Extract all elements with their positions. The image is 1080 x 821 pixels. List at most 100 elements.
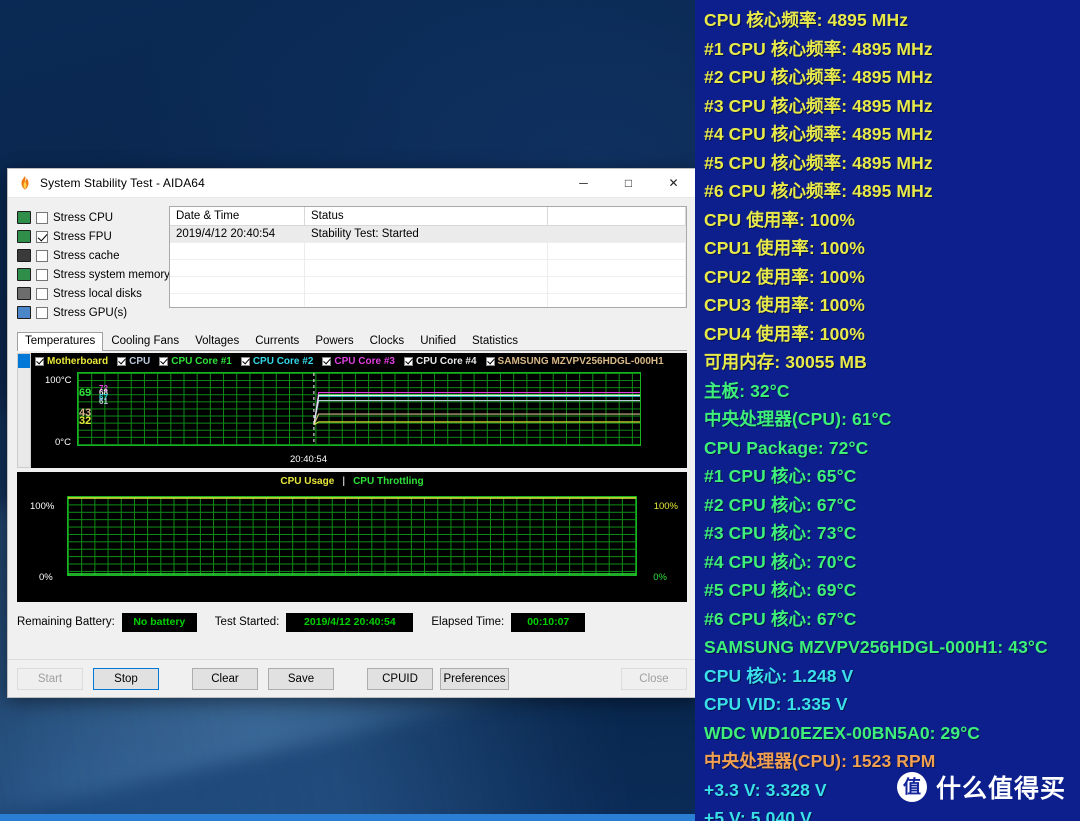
current-value-label: 69 [79,387,92,400]
stress-checkbox[interactable] [36,230,48,243]
table-row[interactable] [170,243,686,260]
column-header-datetime[interactable]: Date & Time [170,207,305,226]
osd-line-29: +5 V: 5.040 V [704,808,812,821]
osd-line-16: CPU Package: 72°C [704,437,869,458]
tab-temperatures[interactable]: Temperatures [17,332,104,351]
watermark-badge-icon: 值 [896,772,927,802]
remaining-battery-label: Remaining Battery: [17,616,115,628]
table-row[interactable] [170,294,686,307]
legend-label: CPU Core #1 [171,356,232,367]
legend-checkbox[interactable] [240,357,250,366]
legend-label: CPU Core #2 [252,356,314,367]
aida64-flame-icon [17,175,33,191]
graphs-area: Motherboard CPU CPU Core #1 CPU Core #2 CPU … [17,353,687,468]
tab-unified[interactable]: Unified [412,332,464,351]
legend-checkbox[interactable] [35,357,44,366]
column-header-status[interactable]: Status [305,207,548,226]
tab-voltages[interactable]: Voltages [187,332,247,351]
stress-option-4[interactable]: Stress system memory [17,266,170,283]
close-button[interactable]: ✕ [651,169,696,198]
stress-option-label: Stress local disks [53,287,142,300]
osd-line-6: #5 CPU 核心频率: 4895 MHz [704,152,933,173]
temp-axis-label-bottom: 0°C [55,437,71,448]
series-line-motherboard [314,422,640,425]
legend-label: Motherboard [47,356,109,367]
osd-line-1: CPU 核心频率: 4895 MHz [704,10,909,30]
scrollbar-thumb[interactable] [18,354,30,368]
osd-line-19: #3 CPU 核心: 73°C [704,523,857,543]
temperatures-legend: Motherboard CPU CPU Core #1 CPU Core #2 CPU … [31,353,687,368]
temp-axis-label-time: 20:40:54 [290,454,327,465]
osd-line-23: SAMSUNG MZVPV256HDGL-000H1: 43°C [704,637,1048,657]
fpu-percent-icon [17,230,31,243]
legend-item-2[interactable]: CPU [117,356,150,367]
legend-item-6[interactable]: CPU Core #4 [403,356,477,367]
start-button[interactable]: Start [17,667,83,690]
legend-checkbox[interactable] [159,357,169,366]
stress-option-label: Stress cache [53,249,120,262]
stress-checkbox[interactable] [36,211,48,224]
stress-option-6[interactable]: Stress GPU(s) [17,304,163,321]
stress-option-3[interactable]: Stress cache [17,247,163,264]
tab-powers[interactable]: Powers [307,332,361,351]
stress-checkbox[interactable] [36,287,48,300]
legend-item-7[interactable]: SAMSUNG MZVPV256HDGL-000H1 [485,356,664,367]
preferences-button[interactable]: Preferences [440,667,509,690]
memory-ram-icon [17,268,31,281]
stop-button[interactable]: Stop [93,667,159,690]
stress-checkbox[interactable] [36,306,48,319]
tab-clocks[interactable]: Clocks [362,332,413,351]
legend-checkbox[interactable] [117,357,127,366]
scrollbar-track[interactable] [18,368,30,467]
window-titlebar[interactable]: System Stability Test - AIDA64 ─ □ ✕ [8,169,696,198]
cpu-usage-title: CPU Usage | CPU Throttling [17,472,687,487]
stress-and-log-row: Stress CPU Stress FPU Stress cache Stress s… [17,206,687,323]
table-row[interactable]: 2019/4/12 20:40:54 Stability Test: Start… [170,226,686,243]
maximize-button[interactable]: □ [606,169,651,198]
legend-checkbox[interactable] [322,357,332,366]
legend-checkbox[interactable] [403,357,413,366]
cpuid-button[interactable]: CPUID [367,667,433,690]
temperatures-plot [77,372,641,446]
minimize-button[interactable]: ─ [561,169,606,198]
osd-line-10: CPU2 使用率: 100% [704,266,865,287]
window-client-area: Stress CPU Stress FPU Stress cache Stress s… [8,198,696,633]
legend-item-5[interactable]: CPU Core #3 [322,356,395,367]
legend-item-1[interactable]: Motherboard [35,356,108,367]
close-dialog-button[interactable]: Close [621,667,687,690]
osd-line-12: CPU4 使用率: 100% [704,323,865,344]
stress-option-label: Stress system memory [53,268,170,281]
osd-sensor-lines: CPU 核心频率: 4895 MHz #1 CPU 核心频率: 4895 MHz #… [704,6,1080,821]
tab-statistics[interactable]: Statistics [464,332,526,351]
tab-currents[interactable]: Currents [247,332,307,351]
stress-option-5[interactable]: Stress local disks [17,285,163,302]
stress-checkbox[interactable] [36,268,48,281]
legend-checkbox[interactable] [485,357,495,366]
cpu-chip-icon [17,211,31,224]
stress-option-1[interactable]: Stress CPU [17,209,163,226]
osd-line-22: #6 CPU 核心: 67°C [704,608,857,629]
event-log-table[interactable]: Date & Time Status 2019/4/12 20:40:54 St… [169,206,687,308]
legend-item-4[interactable]: CPU Core #2 [240,356,314,367]
sensor-tabs: Temperatures Cooling Fans Voltages Currents… [17,332,687,351]
osd-line-11: CPU3 使用率: 100% [704,295,865,315]
aida64-osd-sensor-panel: CPU 核心频率: 4895 MHz #1 CPU 核心频率: 4895 MHz #… [695,0,1080,821]
tab-cooling-fans[interactable]: Cooling Fans [103,332,187,351]
osd-line-18: #2 CPU 核心: 67°C [704,494,857,515]
system-stability-test-window: System Stability Test - AIDA64 ─ □ ✕ Str… [7,168,697,698]
osd-line-25: CPU VID: 1.335 V [704,694,848,714]
legend-item-3[interactable]: CPU Core #1 [159,356,232,367]
stress-option-2[interactable]: Stress FPU [17,228,163,245]
clear-button[interactable]: Clear [192,667,258,690]
cpu-axis-label-right-top: 100% [653,501,678,512]
table-row[interactable] [170,260,686,277]
graph-vertical-scrollbar[interactable] [17,353,31,468]
legend-label: SAMSUNG MZVPV256HDGL-000H1 [497,356,664,367]
monitor-gpu-icon [17,306,31,319]
cache-icon [17,249,31,262]
table-row[interactable] [170,277,686,294]
stress-checkbox[interactable] [36,249,48,262]
legend-label: CPU Core #3 [334,356,395,367]
cpu-title-part-3: CPU Throttling [353,476,424,487]
save-button[interactable]: Save [268,667,334,690]
